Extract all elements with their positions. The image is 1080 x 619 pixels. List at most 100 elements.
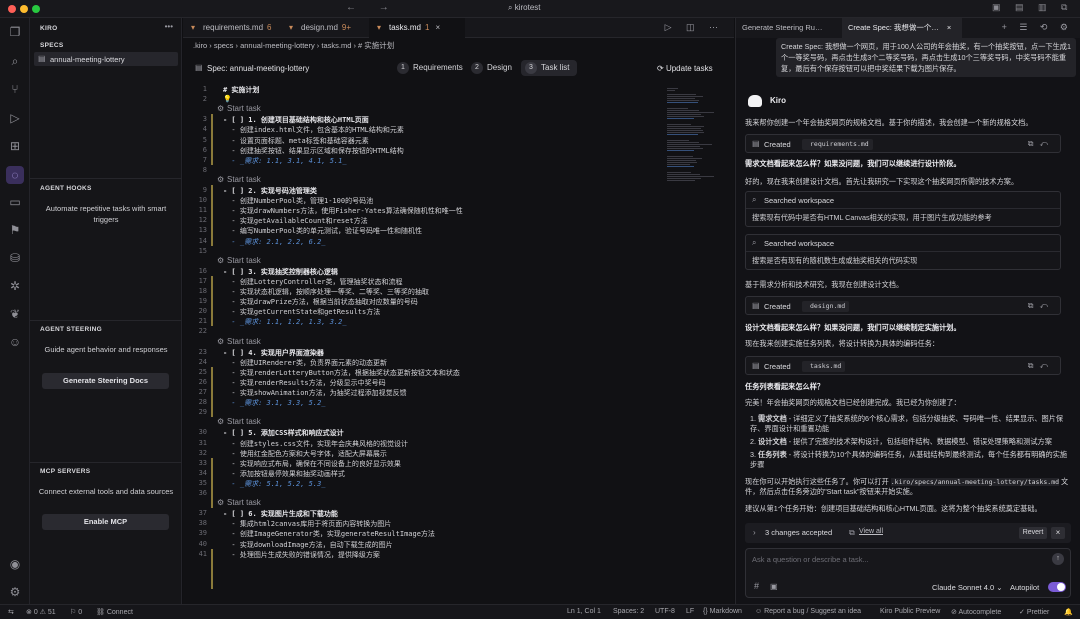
source-control-icon[interactable]: ⑂ [7,81,23,97]
step-design[interactable]: 2 Design [467,60,517,76]
nav-arrows[interactable]: ← → [346,2,399,13]
enable-mcp-button[interactable]: Enable MCP [42,514,169,530]
remote-icon[interactable]: ⇆ [8,608,14,616]
leaf-icon[interactable]: ❦ [7,306,23,322]
command-center[interactable]: ⌕ kirotest [508,3,541,13]
chevron-right-icon[interactable]: › [753,528,756,537]
step-requirements[interactable]: 1 Requirements [393,60,463,76]
revert-button[interactable]: Revert [1019,527,1047,539]
folder-icon[interactable]: ▭ [7,194,23,210]
card-actions-icons[interactable]: ⧉↶ [1028,139,1054,149]
files-icon[interactable]: ❐ [7,24,23,40]
context-hash-icon[interactable]: # [754,581,759,591]
settings-icon[interactable]: ⚙ [7,584,23,600]
extensions-icon[interactable]: ⊞ [7,138,23,154]
file-chip[interactable]: tasks.md [802,361,846,372]
language-mode[interactable]: {} Markdown [703,608,742,615]
minimap[interactable] [663,84,723,604]
minimize-window-button[interactable] [20,5,28,13]
chat-input-box[interactable]: Ask a question or describe a task... ↑ #… [745,548,1071,598]
update-tasks-button[interactable]: ⟳ Update tasks [657,64,713,73]
layout-toggle-icons[interactable]: ▣ ▤ ▥ ⧉ [992,2,1073,13]
searched-workspace-card[interactable]: ⌕ Searched workspace 搜索是否有现有的随机数生成或抽奖相关的代… [745,234,1061,270]
minimap-line [667,134,699,135]
spec-icon: ▤ [195,63,203,72]
code-line: 40 - 实现downloadImage方法，自动下载生成的图片 [183,539,663,549]
minimap-line [667,180,695,181]
cursor-position[interactable]: Ln 1, Col 1 [567,608,601,615]
ports-indicator[interactable]: ⚐ 0 [70,608,82,616]
spec-item-annual-meeting-lottery[interactable]: ▤ annual-meeting-lottery [34,52,178,66]
autocomplete-toggle[interactable]: ⊘ Autocomplete [951,608,1001,616]
image-icon[interactable]: ▣ [770,582,778,591]
indentation[interactable]: Spaces: 2 [613,608,644,615]
sidebar-title: KIRO [40,25,58,32]
editor-actions-icons[interactable]: ▷ ◫ ⋯ [665,22,724,33]
start-task-codelens[interactable]: Start task ⚙ [183,175,663,185]
chat-input-placeholder: Ask a question or describe a task... [752,555,869,564]
assistant-text: 好的，现在我来创建设计文档。首先让我研究一下实现这个抽奖网页所需的技术方案。 [745,177,1019,186]
list-title: 设计文档 [758,437,787,446]
report-label: Report a bug / Suggest an idea [764,608,861,615]
close-icon[interactable]: × [1051,527,1065,539]
more-icon[interactable]: ••• [165,22,173,31]
chat-tab-steering[interactable]: Generate Steering Ru… [736,18,840,38]
tab-tasks[interactable]: ▾ tasks.md 1 × [369,18,465,38]
card-actions-icons[interactable]: ⧉↶ [1028,301,1054,311]
maximize-window-button[interactable] [32,5,40,13]
send-icon[interactable]: ↑ [1052,553,1064,565]
search-icon[interactable]: ⌕ [7,53,23,69]
encoding[interactable]: UTF-8 [655,608,675,615]
model-selector[interactable]: Claude Sonnet 4.0 ⌄ [932,583,1003,592]
card-actions-icons[interactable]: ⧉↶ [1028,361,1054,371]
account-icon[interactable]: ◉ [7,556,23,572]
prettier-status[interactable]: ✓ Prettier [1019,608,1049,616]
code-editor[interactable]: 1 # 实施计划 2 💡 Start task ⚙ 3- [ ] 1. 创建项目基础结构和核… [183,84,663,604]
line-number: 1 [202,85,207,93]
autopilot-toggle[interactable] [1048,582,1066,592]
minimap-line [667,102,699,103]
start-task-codelens[interactable]: Start task ⚙ [183,104,663,114]
chat-actions-icons[interactable]: + ☰ ⟲ ⚙ [1002,22,1073,33]
code-line: 3- [ ] 1. 创建项目基础结构和核心HTML页面 [183,114,663,124]
start-task-codelens[interactable]: Start task ⚙ [183,498,663,508]
report-bug-link[interactable]: ☺ Report a bug / Suggest an idea [755,608,861,615]
close-tab-icon[interactable]: × [947,23,951,32]
step-task-list[interactable]: 3 Task list [521,60,577,76]
searched-label: Searched workspace [764,239,835,248]
bookmark-icon[interactable]: ⚑ [7,222,23,238]
tab-requirements[interactable]: ▾ requirements.md 6 [183,18,281,38]
file-chip[interactable]: design.md [802,301,850,312]
line-number: 8 [202,165,207,174]
file-chip[interactable]: requirements.md [802,139,873,150]
start-task-codelens[interactable]: Start task ⚙ [183,417,663,427]
view-all-link[interactable]: View all [859,528,883,535]
close-tab-icon[interactable]: × [435,23,440,32]
searched-workspace-card[interactable]: ⌕ Searched workspace 搜索现有代码中是否有HTML Canva… [745,191,1061,227]
robot-icon[interactable]: ☺ [7,334,23,350]
line-number: 5 [202,135,207,144]
chat-tab-create-spec[interactable]: Create Spec: 我想做一个… × [842,18,962,38]
problems-indicator[interactable]: ⊗ 0 ⚠ 51 [26,608,56,616]
notifications-icon[interactable]: 🔔 [1064,608,1073,616]
line-ending[interactable]: LF [686,608,694,615]
connect-button[interactable]: ⛓ Connect [96,608,133,616]
line-number: 19 [198,297,207,306]
line-number: 10 [198,196,207,205]
database-icon[interactable]: ⛁ [7,250,23,266]
generate-steering-docs-button[interactable]: Generate Steering Docs [42,373,169,389]
chat-panel: Generate Steering Ru… Create Spec: 我想做一个… [735,18,1080,604]
start-task-codelens[interactable]: Start task ⚙ [183,256,663,266]
start-task-codelens[interactable]: Start task ⚙ [183,337,663,347]
tab-design[interactable]: ▾ design.md 9+ [281,18,369,38]
gear-bug-icon[interactable]: ✲ [7,278,23,294]
kiro-ghost-icon[interactable]: ◌ [6,166,24,184]
start-task-label: Start task [227,417,261,427]
line-number: 29 [198,408,207,417]
close-window-button[interactable] [8,5,16,13]
code-line: 29 [183,407,663,417]
run-debug-icon[interactable]: ▷ [7,110,23,126]
breadcrumb[interactable]: .kiro › specs › annual-meeting-lottery ›… [193,40,394,51]
minimap-line [667,112,714,113]
assistant-question: 任务列表看起来怎么样？ [745,382,825,391]
